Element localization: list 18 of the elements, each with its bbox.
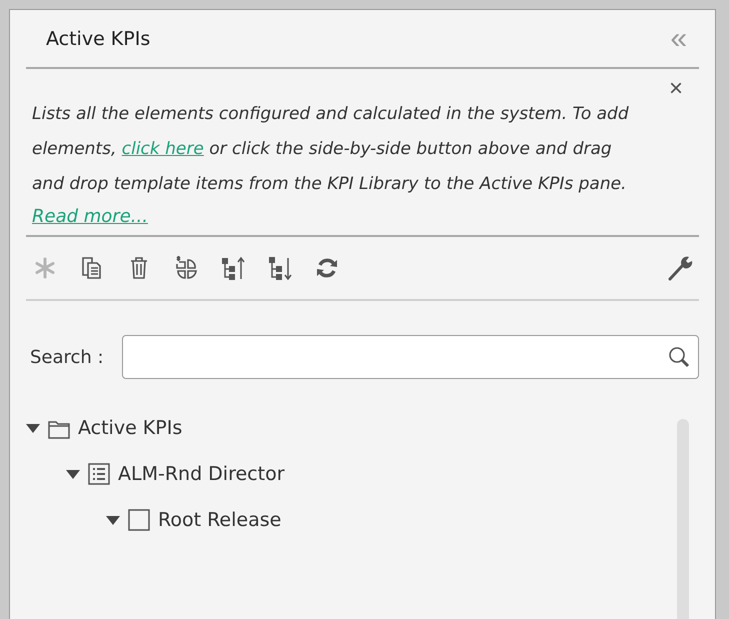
tree-item[interactable]: Root Release — [158, 509, 282, 531]
expand-toggle[interactable] — [66, 470, 80, 478]
search-label: Search : — [30, 346, 104, 368]
close-button[interactable]: × — [668, 77, 683, 101]
tree-item[interactable]: ALM-Rnd Director — [118, 463, 285, 485]
list-icon — [86, 461, 112, 487]
info-text: Lists all the elements configured and calculated in the system. To add elements, click here or click the side-by-side button above and drag and drop template items from the KPI Library to the Active KPIs pane. — [32, 103, 630, 196]
expand-toggle[interactable] — [26, 424, 40, 432]
search-icon[interactable] — [666, 344, 692, 370]
tree-up-icon[interactable] — [220, 255, 246, 281]
search-field[interactable] — [122, 335, 699, 379]
tree-item[interactable]: Active KPIs — [78, 417, 182, 439]
side-by-side-icon[interactable] — [173, 255, 199, 281]
tree-down-icon[interactable] — [267, 255, 293, 281]
pane-title: Active KPIs — [46, 28, 150, 50]
wrench-icon[interactable] — [667, 255, 693, 281]
expand-toggle[interactable] — [106, 516, 120, 524]
box-icon — [126, 507, 152, 533]
